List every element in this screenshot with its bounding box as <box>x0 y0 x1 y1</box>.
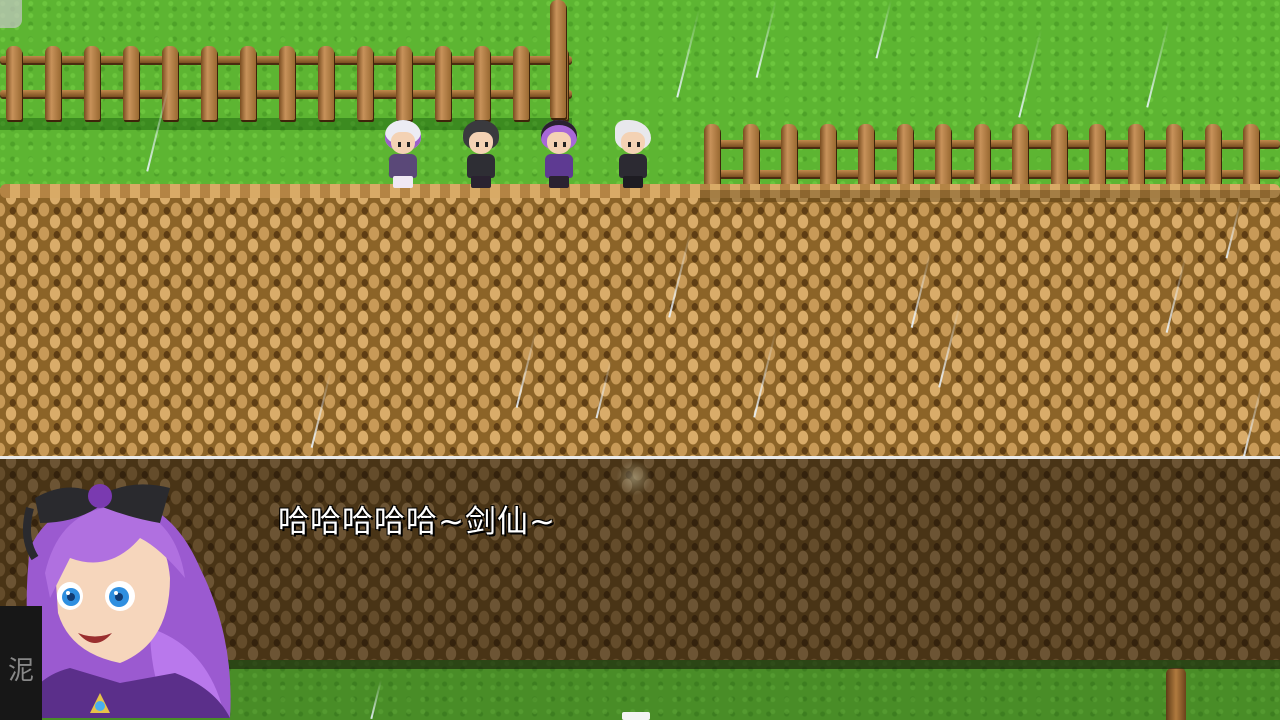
fence-post <box>6 46 22 120</box>
fence-post <box>435 46 451 120</box>
fence-post <box>123 46 139 120</box>
cliff-step <box>700 190 1280 202</box>
watermark-glyph: 泥 <box>8 656 35 686</box>
game-map[interactable]: 哈哈哈哈哈~剑仙~ 泥 <box>0 0 1280 720</box>
fence-post <box>201 46 217 120</box>
character-girl-white-bonnet[interactable] <box>376 118 430 190</box>
wooden-post <box>1166 668 1186 720</box>
character-purple-haired-girl[interactable] <box>532 118 586 190</box>
fence-post <box>550 0 566 118</box>
fence-post <box>84 46 100 120</box>
fence-post <box>162 46 178 120</box>
fence-post <box>318 46 334 120</box>
continue-arrow-icon[interactable] <box>622 712 650 720</box>
character-white-haired-swordsman[interactable] <box>606 118 660 190</box>
fence-post <box>396 46 412 120</box>
message-pause-sign <box>616 460 652 496</box>
fence-post <box>279 46 295 120</box>
watermark: 泥 <box>0 606 42 720</box>
corner-mark <box>0 0 22 28</box>
character-dark-haired-boy[interactable] <box>454 118 508 190</box>
fence-upper-left <box>0 40 572 130</box>
fence-post <box>357 46 373 120</box>
fence-post <box>240 46 256 120</box>
dialogue-text: 哈哈哈哈哈~剑仙~ <box>278 504 556 540</box>
fence-post <box>45 46 61 120</box>
fence-post <box>474 46 490 120</box>
fence-upper-left-side <box>548 0 572 122</box>
fence-post <box>513 46 529 120</box>
